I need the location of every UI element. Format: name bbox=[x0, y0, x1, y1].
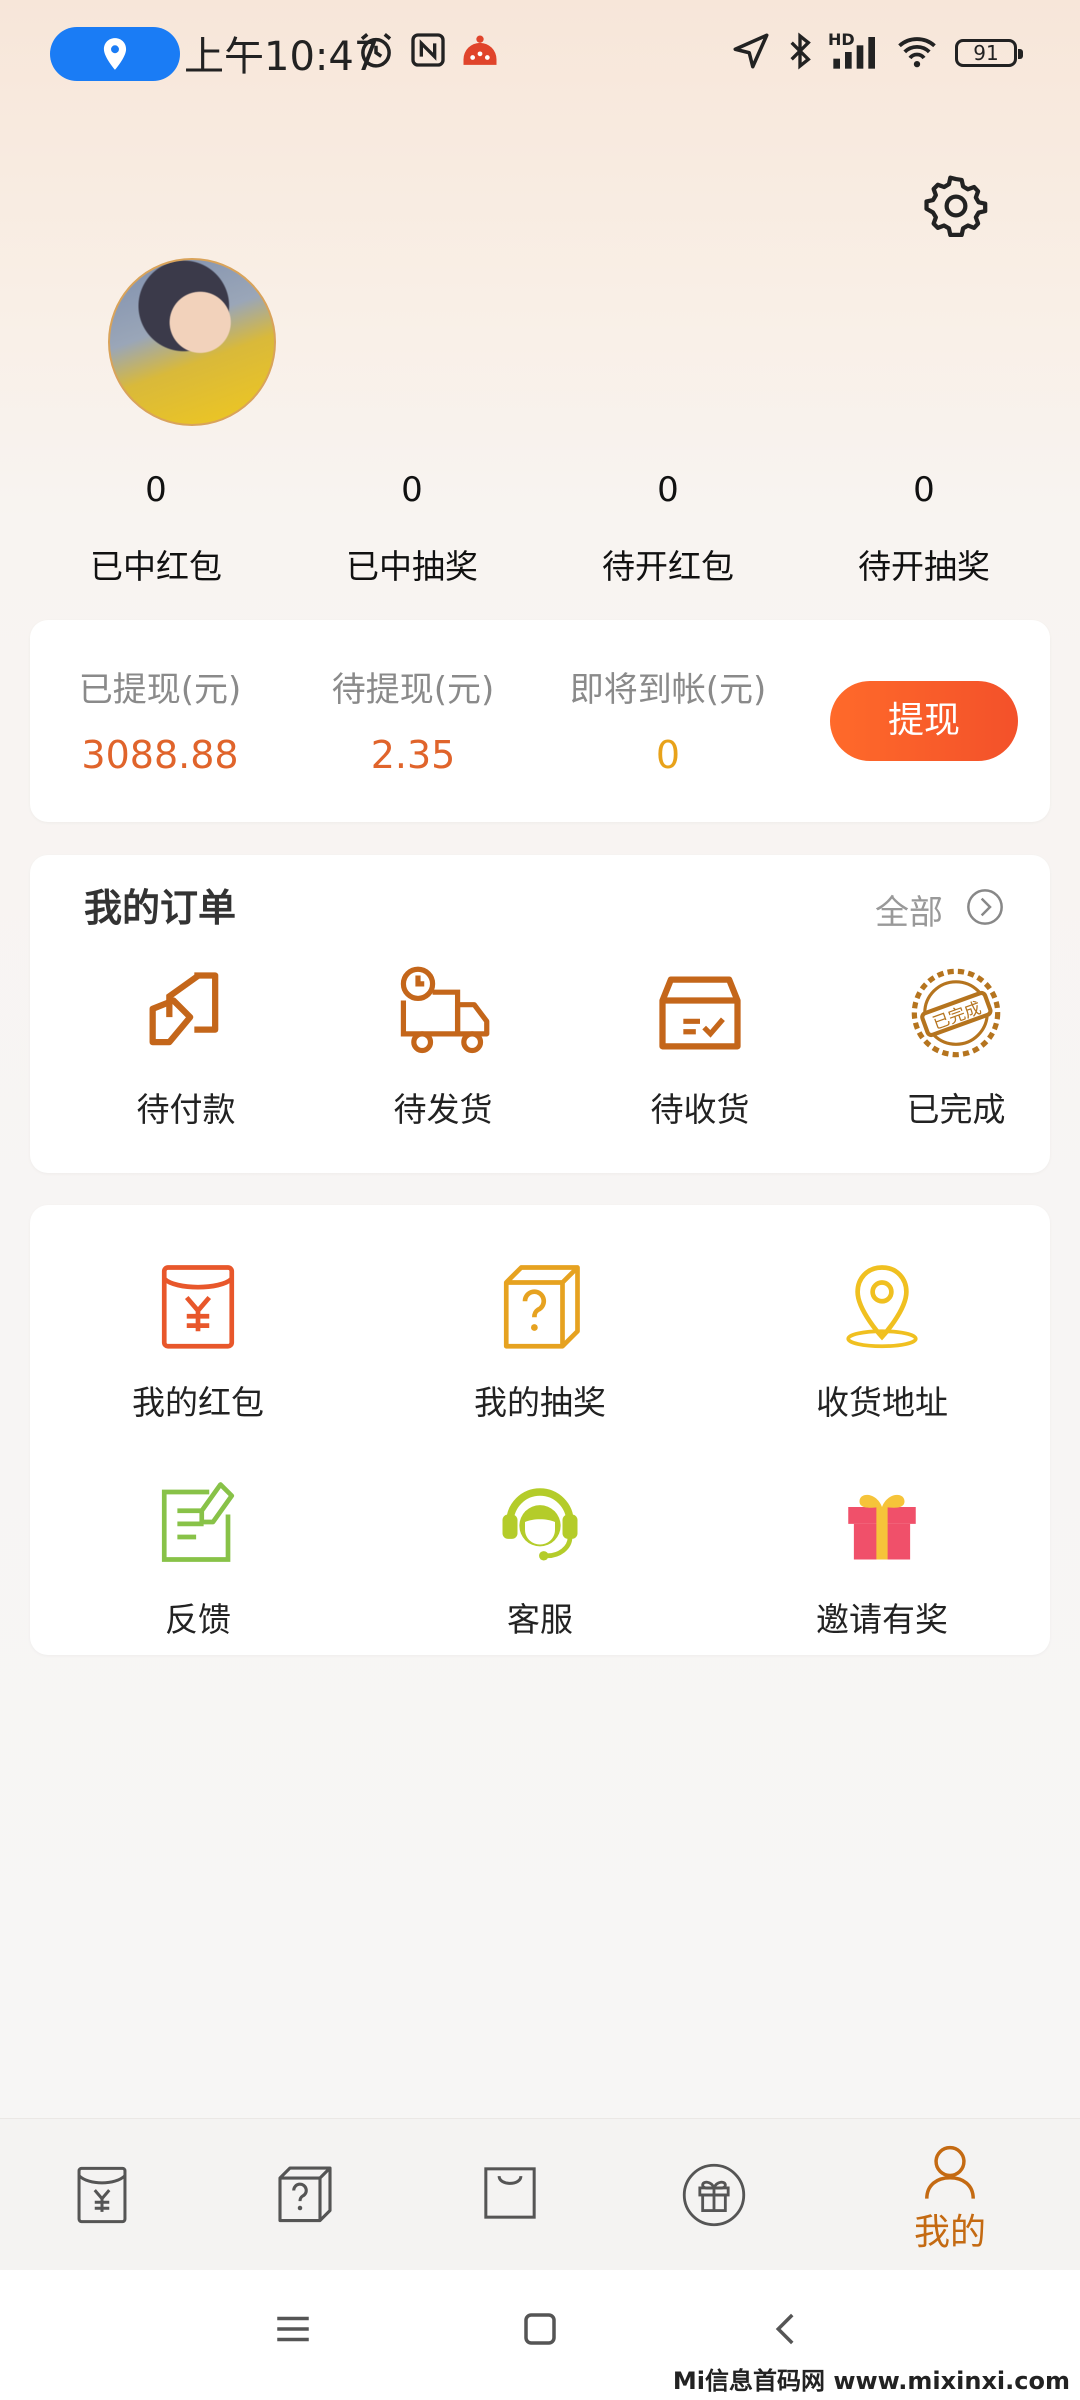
mystery-box-icon bbox=[503, 1265, 580, 1349]
order-completed[interactable]: 已完成 已完成 bbox=[866, 963, 1046, 1131]
back-icon[interactable] bbox=[766, 2308, 808, 2350]
stat-label: 待开抽奖 bbox=[858, 547, 990, 586]
incoming-summary: 即将到帐(元) 0 bbox=[558, 662, 778, 777]
service-label: 客服 bbox=[507, 1600, 573, 1639]
stat-value: 0 bbox=[401, 470, 423, 510]
customer-service-icon bbox=[502, 1488, 578, 1561]
withdrawn-amount: 3088.88 bbox=[81, 733, 239, 777]
services-card: 我的红包 我的抽奖 收货地址 反馈 客服 邀请有奖 bbox=[30, 1205, 1050, 1655]
pending-summary: 待提现(元) 2.35 bbox=[313, 662, 513, 777]
location-pin-icon bbox=[846, 1265, 918, 1349]
order-completed-label: 已完成 bbox=[906, 1090, 1006, 1129]
tab-profile-label: 我的 bbox=[913, 2212, 986, 2253]
package-box-icon bbox=[659, 976, 741, 1050]
mystery-box-icon bbox=[278, 2166, 332, 2223]
stats-row: 0 已中红包 0 已中抽奖 0 待开红包 0 待开抽奖 bbox=[0, 470, 1080, 588]
stat-red-packets-won[interactable]: 0 已中红包 bbox=[28, 470, 284, 588]
order-pending-shipment-label: 待发货 bbox=[393, 1090, 493, 1129]
orders-view-all[interactable]: 全部 bbox=[875, 885, 943, 934]
service-feedback[interactable]: 反馈 bbox=[68, 1477, 328, 1641]
tab-red-packets[interactable] bbox=[2, 2119, 202, 2271]
service-label: 邀请有奖 bbox=[816, 1600, 948, 1639]
user-icon bbox=[925, 2145, 975, 2199]
tab-gifts[interactable] bbox=[614, 2119, 814, 2271]
pending-amount: 2.35 bbox=[370, 733, 456, 777]
gear-icon[interactable] bbox=[922, 172, 990, 240]
withdraw-button[interactable]: 提现 bbox=[830, 681, 1018, 761]
battery-indicator: 91 bbox=[955, 39, 1023, 67]
avatar[interactable] bbox=[108, 258, 276, 426]
stat-label: 待开红包 bbox=[602, 547, 734, 586]
payment-icon bbox=[149, 972, 219, 1046]
stat-label: 已中红包 bbox=[90, 547, 222, 586]
delivery-truck-icon bbox=[400, 966, 490, 1054]
watermark: Mi信息首码网 www.mixinxi.com bbox=[672, 2367, 1070, 2395]
tab-lottery[interactable] bbox=[205, 2119, 405, 2271]
service-shipping-address[interactable]: 收货地址 bbox=[752, 1260, 1012, 1424]
red-envelope-icon bbox=[77, 2166, 127, 2224]
location-indicator[interactable] bbox=[50, 27, 180, 81]
stat-lottery-won[interactable]: 0 已中抽奖 bbox=[284, 470, 540, 588]
feedback-icon bbox=[161, 1482, 235, 1562]
shopping-bag-icon bbox=[484, 2167, 536, 2219]
service-label: 反馈 bbox=[165, 1600, 231, 1639]
service-customer-support[interactable]: 客服 bbox=[410, 1477, 670, 1641]
chevron-right-icon[interactable] bbox=[965, 887, 1005, 927]
pending-label: 待提现(元) bbox=[331, 670, 495, 710]
bluetooth-icon bbox=[790, 32, 811, 70]
signal-strength-icon bbox=[833, 37, 875, 69]
tab-profile[interactable]: 我的 bbox=[850, 2119, 1050, 2271]
order-pending-receipt-label: 待收货 bbox=[650, 1090, 750, 1129]
status-time: 上午10:47 bbox=[184, 34, 380, 80]
bottom-tab-bar: 我的 bbox=[0, 2118, 1080, 2271]
orders-card: 我的订单 全部 待付款 待发货 待收货 已完成 已完成 bbox=[30, 855, 1050, 1173]
order-pending-shipment[interactable]: 待发货 bbox=[353, 963, 533, 1131]
incoming-amount: 0 bbox=[655, 733, 681, 777]
stat-value: 0 bbox=[913, 470, 935, 510]
stat-value: 0 bbox=[145, 470, 167, 510]
service-my-lottery[interactable]: 我的抽奖 bbox=[410, 1260, 670, 1424]
completed-stamp-icon: 已完成 bbox=[911, 968, 1001, 1058]
service-label: 我的红包 bbox=[132, 1383, 264, 1422]
stat-red-packets-unopened[interactable]: 0 待开红包 bbox=[540, 470, 796, 588]
order-pending-payment[interactable]: 待付款 bbox=[96, 963, 276, 1131]
gift-icon bbox=[848, 1494, 916, 1560]
stat-value: 0 bbox=[657, 470, 679, 510]
system-navigation-bar: Mi信息首码网 www.mixinxi.com bbox=[0, 2270, 1080, 2400]
stat-label: 已中抽奖 bbox=[346, 547, 478, 586]
menu-icon[interactable] bbox=[272, 2308, 314, 2350]
status-bar: 上午10:47 HD 91 bbox=[0, 0, 1080, 110]
orders-title: 我的订单 bbox=[84, 886, 237, 930]
withdrawn-summary: 已提现(元) 3088.88 bbox=[60, 662, 260, 777]
navigation-arrow-icon bbox=[733, 33, 769, 69]
stat-lottery-unopened[interactable]: 0 待开抽奖 bbox=[796, 470, 1052, 588]
wifi-icon bbox=[898, 37, 936, 68]
order-pending-payment-label: 待付款 bbox=[136, 1090, 236, 1129]
order-pending-receipt[interactable]: 待收货 bbox=[610, 963, 790, 1131]
red-envelope-icon bbox=[161, 1265, 235, 1349]
wallet-card: 已提现(元) 3088.88 待提现(元) 2.35 即将到帐(元) 0 提现 bbox=[30, 620, 1050, 822]
alarm-icon bbox=[360, 33, 392, 68]
app-notification-icon bbox=[463, 35, 497, 65]
location-pin-icon bbox=[103, 38, 127, 70]
gift-icon bbox=[682, 2163, 746, 2227]
service-invite-rewards[interactable]: 邀请有奖 bbox=[752, 1477, 1012, 1641]
withdrawn-label: 已提现(元) bbox=[78, 670, 242, 710]
service-my-red-packets[interactable]: 我的红包 bbox=[68, 1260, 328, 1424]
home-icon[interactable] bbox=[519, 2308, 561, 2350]
incoming-label: 即将到帐(元) bbox=[569, 670, 767, 710]
nfc-icon bbox=[411, 33, 445, 67]
service-label: 收货地址 bbox=[816, 1383, 948, 1422]
service-label: 我的抽奖 bbox=[474, 1383, 606, 1422]
tab-shop[interactable] bbox=[410, 2119, 610, 2271]
